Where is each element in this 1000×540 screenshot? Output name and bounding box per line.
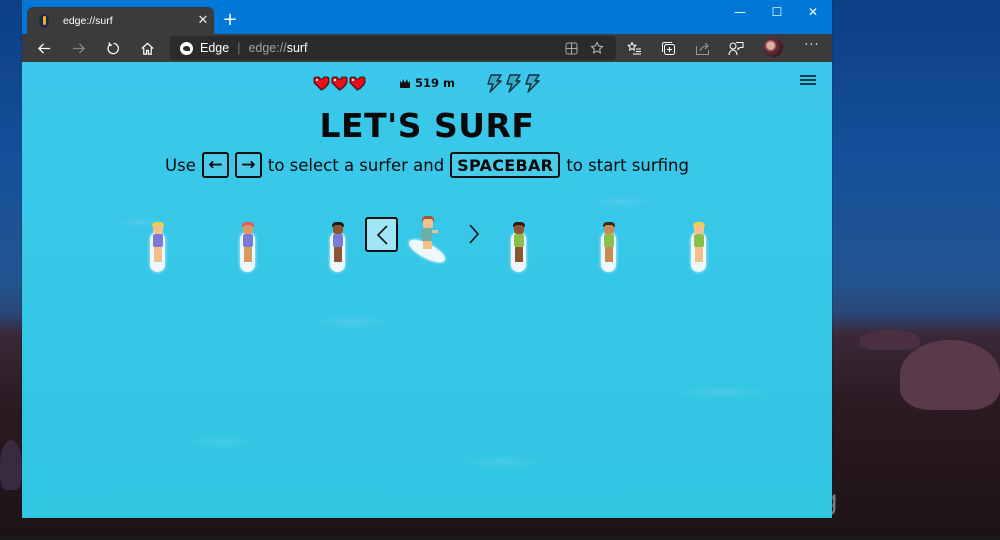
spacebar-key: SPACEBAR bbox=[450, 152, 561, 178]
desktop-rock bbox=[0, 440, 22, 490]
surfboard-icon bbox=[39, 13, 49, 28]
left-arrow-key: ← bbox=[201, 152, 229, 178]
collections-icon[interactable] bbox=[658, 39, 678, 57]
surfer-brown-hair-selected[interactable] bbox=[405, 216, 448, 268]
surfer-blonde-woman[interactable] bbox=[147, 222, 169, 272]
surf-game-viewport[interactable]: 519 m LET'S SURF Use ← → to select a sur… bbox=[22, 62, 832, 518]
crown-icon bbox=[400, 78, 410, 88]
instructions: Use ← → to select a surfer and SPACEBAR … bbox=[22, 152, 832, 178]
surfer-dark-man[interactable] bbox=[508, 222, 530, 272]
heart-icon bbox=[349, 76, 366, 91]
instructions-end: to start surfing bbox=[566, 155, 689, 175]
lives-indicator bbox=[313, 76, 366, 91]
best-distance: 519 m bbox=[400, 76, 455, 90]
game-title: LET'S SURF bbox=[319, 106, 535, 145]
url-path: surf bbox=[286, 41, 308, 55]
desktop-rock bbox=[860, 330, 920, 350]
url-host: edge:// bbox=[248, 41, 287, 55]
tab-surf[interactable]: edge://surf ✕ bbox=[27, 7, 214, 34]
desktop-rock bbox=[900, 340, 1000, 410]
chevron-right-icon bbox=[469, 224, 480, 244]
minimize-button[interactable]: — bbox=[720, 0, 760, 24]
lightning-bolt-icon bbox=[506, 74, 521, 93]
forward-arrow-icon bbox=[72, 42, 85, 54]
instructions-middle: to select a surfer and bbox=[267, 155, 445, 175]
immersive-reader-icon[interactable] bbox=[562, 40, 580, 56]
site-name: Edge bbox=[200, 41, 230, 55]
home-button[interactable] bbox=[134, 37, 160, 59]
address-separator: | bbox=[237, 41, 241, 55]
tab-title: edge://surf bbox=[63, 14, 113, 27]
edge-logo-icon bbox=[180, 41, 193, 55]
lightning-bolt-icon bbox=[525, 74, 540, 93]
home-icon bbox=[140, 42, 154, 55]
feedback-icon[interactable] bbox=[726, 39, 746, 57]
next-surfer-button[interactable] bbox=[464, 220, 484, 248]
forward-button[interactable] bbox=[65, 37, 91, 59]
maximize-button[interactable]: ☐ bbox=[757, 0, 797, 24]
address-bar[interactable]: Edge | edge:// surf bbox=[170, 36, 616, 60]
lightning-bolt-icon bbox=[487, 74, 502, 93]
browser-toolbar: Edge | edge:// surf ··· bbox=[22, 34, 832, 62]
game-hud: 519 m bbox=[22, 74, 832, 94]
close-window-button[interactable]: ✕ bbox=[793, 0, 833, 24]
best-distance-value: 519 m bbox=[415, 76, 455, 90]
surfer-brown-man[interactable] bbox=[598, 222, 620, 272]
refresh-button[interactable] bbox=[100, 37, 126, 59]
previous-surfer-button[interactable] bbox=[365, 217, 398, 252]
back-button[interactable] bbox=[31, 37, 57, 59]
settings-more-button[interactable]: ··· bbox=[800, 38, 824, 56]
surfer-redhead-woman[interactable] bbox=[237, 222, 259, 272]
surfer-selector bbox=[22, 212, 832, 282]
back-arrow-icon bbox=[37, 42, 50, 54]
share-icon[interactable] bbox=[692, 39, 712, 57]
instructions-use: Use bbox=[165, 155, 196, 175]
chevron-left-icon bbox=[376, 224, 388, 245]
close-tab-icon[interactable]: ✕ bbox=[192, 13, 214, 28]
browser-window: edge://surf ✕ + — ☐ ✕ Edge | edge:// sur… bbox=[22, 0, 832, 518]
hamburger-menu-icon[interactable] bbox=[800, 75, 816, 87]
boosts-indicator bbox=[485, 74, 541, 93]
profile-avatar[interactable] bbox=[764, 38, 783, 57]
surfer-dark-hair-woman[interactable] bbox=[327, 222, 349, 272]
surfer-blonde-man[interactable] bbox=[688, 222, 710, 272]
title-bar: edge://surf ✕ + — ☐ ✕ bbox=[22, 0, 832, 34]
favorite-star-icon[interactable] bbox=[588, 40, 606, 56]
new-tab-button[interactable]: + bbox=[219, 9, 241, 30]
heart-icon bbox=[331, 76, 348, 91]
refresh-icon bbox=[106, 41, 119, 54]
right-arrow-key: → bbox=[234, 152, 262, 178]
favorites-list-icon[interactable] bbox=[624, 39, 644, 57]
heart-icon bbox=[313, 76, 330, 91]
